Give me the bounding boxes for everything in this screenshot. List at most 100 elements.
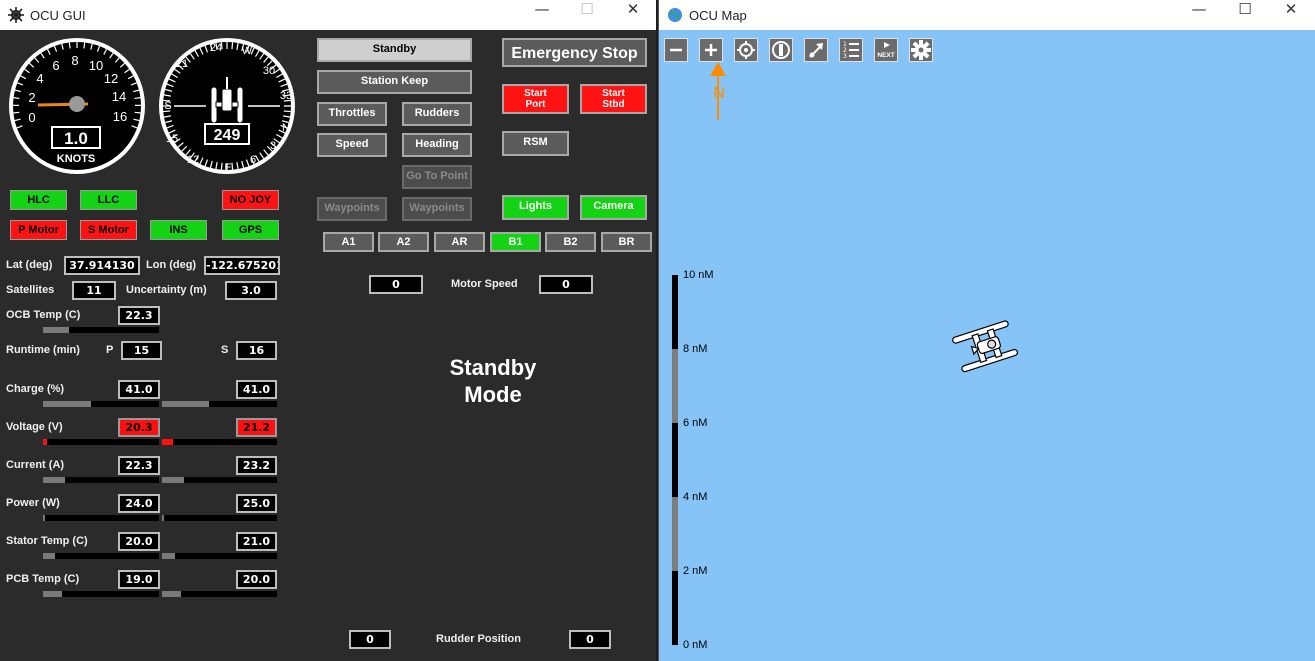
start-stbd-button[interactable]: Start Stbd bbox=[580, 84, 647, 114]
gui-title-bar[interactable]: OCU GUI — ☐ ✕ bbox=[0, 0, 656, 30]
gui-minimize-button[interactable]: — bbox=[519, 0, 565, 30]
p-motor-indicator: P Motor bbox=[10, 220, 67, 240]
minus-icon bbox=[670, 48, 682, 52]
scale-label-10: 10 nM bbox=[683, 269, 714, 281]
gauge-tick bbox=[220, 162, 223, 170]
current-port-bar bbox=[43, 477, 159, 483]
mode-line-1: Standby bbox=[449, 355, 537, 380]
lights-button[interactable]: Lights bbox=[502, 195, 569, 220]
crosshair-icon bbox=[737, 41, 755, 59]
speed-tick-14: 14 bbox=[112, 89, 126, 104]
preset-ar-button[interactable]: AR bbox=[434, 232, 485, 252]
waypoint-list-button[interactable]: 123 bbox=[839, 38, 863, 62]
map-maximize-button[interactable]: ☐ bbox=[1222, 0, 1268, 30]
gauge-tick bbox=[231, 42, 234, 50]
uncertainty-label: Uncertainty (m) bbox=[126, 284, 207, 296]
preset-a2-button[interactable]: A2 bbox=[378, 232, 429, 252]
gear-icon bbox=[911, 40, 931, 60]
vessel-map-marker bbox=[952, 320, 1019, 373]
pcb-temp-stbd-bar bbox=[162, 591, 277, 597]
speed-tick-6: 6 bbox=[52, 58, 59, 73]
standby-button[interactable]: Standby bbox=[317, 38, 472, 62]
stator-temp-stbd-value: 21.0 bbox=[236, 532, 277, 551]
station-keep-button[interactable]: Station Keep bbox=[317, 70, 472, 94]
current-stbd-bar bbox=[162, 477, 277, 483]
speed-button[interactable]: Speed bbox=[317, 133, 387, 157]
map-minimize-button[interactable]: — bbox=[1176, 0, 1222, 30]
voltage-port-value: 20.3 bbox=[118, 418, 160, 437]
zoom-out-button[interactable] bbox=[664, 38, 688, 62]
llc-indicator: LLC bbox=[80, 190, 137, 210]
runtime-stbd-value: 16 bbox=[236, 341, 277, 360]
north-arrow-icon: N bbox=[710, 62, 726, 120]
speed-readout: 1.0 bbox=[64, 129, 88, 148]
start-port-label-line2: Port bbox=[525, 99, 546, 110]
scale-label-2: 2 nM bbox=[683, 565, 708, 577]
current-stbd-value: 23.2 bbox=[236, 456, 277, 475]
scale-label-4: 4 nM bbox=[683, 491, 708, 503]
power-label: Power (W) bbox=[6, 497, 60, 509]
current-label: Current (A) bbox=[6, 459, 65, 471]
map-title-bar[interactable]: OCU Map — ☐ ✕ bbox=[659, 0, 1315, 30]
current-port-value: 22.3 bbox=[118, 456, 160, 475]
ocb-temp-label: OCB Temp (C) bbox=[6, 309, 81, 321]
rudders-button[interactable]: Rudders bbox=[402, 102, 472, 126]
waypoints-button-1[interactable]: Waypoints bbox=[317, 197, 387, 221]
motor-speed-port-value: 0 bbox=[369, 275, 423, 294]
gui-close-button[interactable]: ✕ bbox=[610, 0, 656, 30]
preset-b2-button[interactable]: B2 bbox=[545, 232, 596, 252]
preset-br-button[interactable]: BR bbox=[601, 232, 652, 252]
stator-temp-label: Stator Temp (C) bbox=[6, 535, 88, 547]
compass-label-24: 24 bbox=[210, 42, 222, 54]
charge-stbd-bar bbox=[162, 401, 277, 407]
ocb-temp-bar bbox=[43, 327, 159, 333]
compass-label-21: 21 bbox=[176, 58, 188, 70]
go-to-point-tool-button[interactable] bbox=[804, 38, 828, 62]
compass-label-15: 15 bbox=[166, 133, 178, 145]
speed-tick-16: 16 bbox=[113, 109, 127, 124]
center-on-vessel-button[interactable] bbox=[734, 38, 758, 62]
ins-indicator: INS bbox=[150, 220, 207, 240]
compass-icon bbox=[772, 41, 790, 59]
stator-temp-stbd-bar bbox=[162, 553, 277, 559]
scale-label-0: 0 nM bbox=[683, 639, 708, 651]
orientation-button[interactable] bbox=[769, 38, 793, 62]
gauge-tick bbox=[83, 42, 86, 49]
stator-temp-port-value: 20.0 bbox=[118, 532, 160, 551]
hlc-indicator: HLC bbox=[10, 190, 67, 210]
rudder-port-value: 0 bbox=[349, 630, 391, 649]
preset-a1-button[interactable]: A1 bbox=[323, 232, 374, 252]
map-close-button[interactable]: ✕ bbox=[1268, 0, 1314, 30]
preset-b1-button[interactable]: B1 bbox=[490, 232, 541, 252]
camera-button[interactable]: Camera bbox=[580, 195, 647, 220]
plus-icon bbox=[705, 44, 717, 56]
start-port-label-line1: Start bbox=[524, 88, 547, 99]
speed-gauge: 0 2 4 6 8 10 12 14 16 1.0 KNOTS bbox=[9, 38, 145, 174]
go-to-point-button[interactable]: Go To Point bbox=[402, 165, 472, 189]
start-port-button[interactable]: Start Port bbox=[502, 84, 569, 114]
scale-label-8: 8 nM bbox=[683, 343, 708, 355]
settings-button[interactable] bbox=[909, 38, 933, 62]
power-stbd-value: 25.0 bbox=[236, 494, 277, 513]
rudder-stbd-value: 0 bbox=[569, 630, 611, 649]
lat-value: 37.914130 bbox=[64, 256, 140, 275]
power-port-value: 24.0 bbox=[118, 494, 160, 513]
voltage-stbd-bar bbox=[162, 439, 277, 445]
compass-label-6: 6 bbox=[250, 154, 256, 166]
runtime-p-label: P bbox=[106, 344, 114, 356]
zoom-in-button[interactable] bbox=[699, 38, 723, 62]
next-icon: NEXT bbox=[877, 42, 895, 59]
throttles-button[interactable]: Throttles bbox=[317, 102, 387, 126]
gauge-tick bbox=[231, 162, 234, 170]
voltage-port-bar bbox=[43, 439, 159, 445]
start-stbd-label-line2: Stbd bbox=[602, 99, 625, 110]
emergency-stop-button[interactable]: Emergency Stop bbox=[502, 38, 647, 67]
pcb-temp-stbd-value: 20.0 bbox=[236, 570, 277, 589]
heading-compass: 24 W 30 33 N 3 6 E 12 15 S 21 249 bbox=[159, 38, 295, 174]
heading-button[interactable]: Heading bbox=[402, 133, 472, 157]
ocu-gui-window: OCU GUI — ☐ ✕ 0 2 4 6 8 10 12 14 16 1.0 … bbox=[0, 0, 656, 661]
next-waypoint-button[interactable]: NEXT bbox=[874, 38, 898, 62]
waypoints-button-2[interactable]: Waypoints bbox=[402, 197, 472, 221]
rsm-button[interactable]: RSM bbox=[502, 131, 569, 156]
compass-label-e: E bbox=[224, 162, 231, 174]
